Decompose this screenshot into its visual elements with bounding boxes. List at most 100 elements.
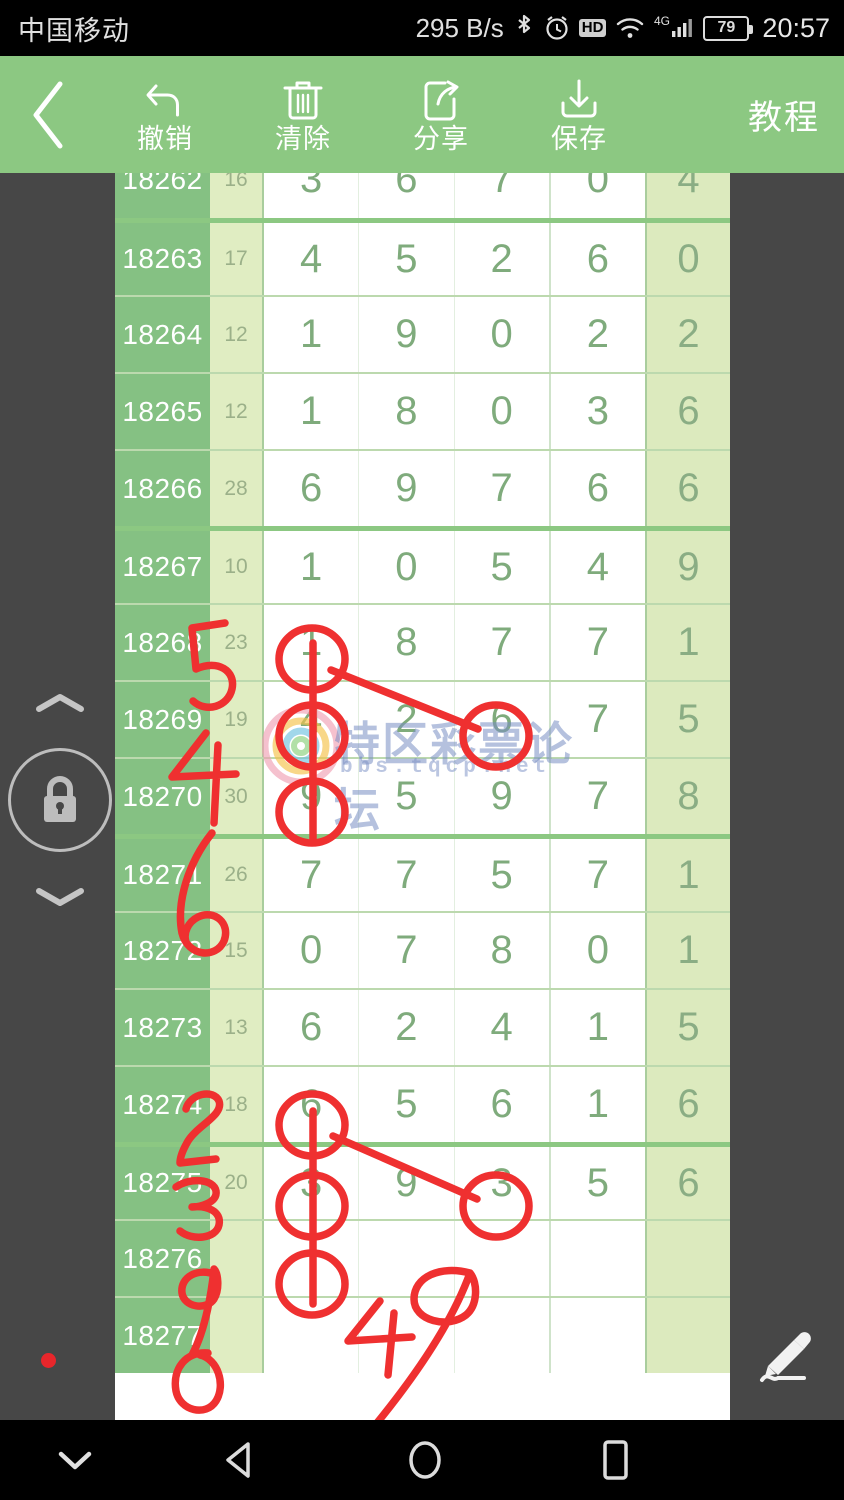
digit-cell[interactable]: 1 [264, 297, 358, 372]
tutorial-button[interactable]: 教程 [748, 90, 820, 139]
digit-cell[interactable] [548, 1298, 645, 1373]
digit-cell[interactable]: 5 [358, 759, 453, 834]
table-row[interactable]: 18271 26 7 7 5 7 1 [115, 834, 730, 911]
row-special-cell: 1 [645, 913, 730, 988]
digit-cell[interactable]: 0 [264, 913, 358, 988]
digit-cell[interactable]: 6 [548, 451, 645, 526]
scroll-up-button[interactable] [33, 690, 87, 716]
digit-cell[interactable]: 4 [453, 990, 549, 1065]
digit-cell[interactable]: 7 [264, 839, 358, 911]
back-button[interactable] [0, 56, 96, 173]
digit-cell[interactable]: 7 [548, 839, 645, 911]
lock-button[interactable] [8, 748, 112, 852]
digit-cell[interactable]: 8 [453, 913, 549, 988]
digit-cell[interactable]: 8 [358, 605, 453, 680]
digit-cell[interactable]: 8 [358, 374, 453, 449]
digit-cell[interactable]: 1 [548, 1067, 645, 1142]
digit-cell[interactable] [453, 1221, 549, 1296]
scroll-down-button[interactable] [33, 884, 87, 910]
digit-cell[interactable] [453, 1298, 549, 1373]
digit-cell[interactable]: 7 [548, 759, 645, 834]
digit-cell[interactable]: 7 [453, 173, 549, 218]
table-row[interactable]: 18265 12 1 8 0 3 6 [115, 372, 730, 449]
digit-cell[interactable]: 4 [548, 531, 645, 603]
digit-cell[interactable]: 7 [453, 451, 549, 526]
digit-cell[interactable]: 7 [548, 682, 645, 757]
digit-cell[interactable]: 0 [548, 913, 645, 988]
nav-home-button[interactable] [330, 1420, 520, 1500]
digit-cell[interactable]: 0 [453, 374, 549, 449]
digit-cell[interactable] [358, 1298, 453, 1373]
digit-cell[interactable]: 5 [358, 1067, 453, 1142]
digit-cell[interactable] [264, 1298, 358, 1373]
table-row[interactable]: 18269 19 4 2 6 7 5 [115, 680, 730, 757]
digit-cell[interactable]: 1 [264, 374, 358, 449]
digit-cell[interactable]: 2 [548, 297, 645, 372]
digit-cell[interactable]: 6 [358, 173, 453, 218]
digit-cell[interactable]: 5 [453, 531, 549, 603]
digit-cell[interactable] [358, 1221, 453, 1296]
digit-cell[interactable]: 5 [548, 1147, 645, 1219]
table-row[interactable]: 18275 20 3 9 3 5 6 [115, 1142, 730, 1219]
digit-cell[interactable]: 7 [358, 913, 453, 988]
lottery-history-table[interactable]: 18262 16 3 6 7 0 4 18263 17 4 5 2 6 0 18264 12 1 9 0 2 2 1826… [115, 173, 730, 1420]
table-row[interactable]: 18276 [115, 1219, 730, 1296]
digit-cell[interactable]: 7 [358, 839, 453, 911]
digit-cell[interactable]: 7 [548, 605, 645, 680]
table-row[interactable]: 18272 15 0 7 8 0 1 [115, 911, 730, 988]
digit-cell[interactable]: 6 [264, 451, 358, 526]
undo-button[interactable]: 撤销 [96, 56, 234, 173]
table-row[interactable]: 18267 10 1 0 5 4 9 [115, 526, 730, 603]
nav-back-button[interactable] [150, 1420, 330, 1500]
digit-cell[interactable]: 0 [548, 173, 645, 218]
table-row[interactable]: 18274 18 6 5 6 1 6 [115, 1065, 730, 1142]
hide-navbar-button[interactable] [0, 1420, 150, 1500]
table-row[interactable]: 18264 12 1 9 0 2 2 [115, 295, 730, 372]
digit-cell[interactable]: 6 [264, 990, 358, 1065]
table-row[interactable]: 18268 23 1 8 7 7 1 [115, 603, 730, 680]
digit-cell[interactable]: 9 [264, 759, 358, 834]
digit-cell[interactable]: 7 [453, 605, 549, 680]
digit-cell[interactable]: 0 [453, 297, 549, 372]
digit-cell[interactable]: 6 [453, 682, 549, 757]
digit-cell[interactable]: 1 [264, 605, 358, 680]
digit-cell[interactable]: 3 [548, 374, 645, 449]
nav-recents-button[interactable] [520, 1420, 710, 1500]
digit-cell[interactable]: 9 [453, 759, 549, 834]
digit-cell[interactable]: 5 [358, 223, 453, 295]
table-row[interactable]: 18277 [115, 1296, 730, 1373]
digit-cell[interactable]: 9 [358, 451, 453, 526]
digit-cell[interactable]: 6 [264, 1067, 358, 1142]
save-button[interactable]: 保存 [510, 56, 648, 173]
chevron-down-icon [58, 1451, 92, 1470]
digit-cell[interactable] [264, 1221, 358, 1296]
row-special-cell: 2 [645, 297, 730, 372]
pen-tool-button[interactable] [750, 1318, 820, 1388]
digit-cell[interactable]: 4 [264, 223, 358, 295]
digit-cell[interactable]: 2 [453, 223, 549, 295]
digit-cell[interactable] [548, 1221, 645, 1296]
digit-cell[interactable]: 3 [264, 173, 358, 218]
share-button[interactable]: 分享 [372, 56, 510, 173]
digit-cell[interactable]: 9 [358, 1147, 453, 1219]
clear-button[interactable]: 清除 [234, 56, 372, 173]
digit-cell[interactable]: 0 [358, 531, 453, 603]
digit-cell[interactable]: 5 [453, 839, 549, 911]
ink-color-swatch[interactable] [41, 1353, 56, 1368]
digit-cell[interactable]: 4 [264, 682, 358, 757]
table-row[interactable]: 18266 28 6 9 7 6 6 [115, 449, 730, 526]
digit-cell[interactable]: 2 [358, 682, 453, 757]
digit-cell[interactable]: 1 [264, 531, 358, 603]
digit-cell[interactable]: 1 [548, 990, 645, 1065]
digit-cell[interactable]: 9 [358, 297, 453, 372]
table-row[interactable]: 18270 30 9 5 9 7 8 [115, 757, 730, 834]
digit-cell[interactable]: 2 [358, 990, 453, 1065]
table-row[interactable]: 18263 17 4 5 2 6 0 [115, 218, 730, 295]
table-row[interactable]: 18273 13 6 2 4 1 5 [115, 988, 730, 1065]
digit-cell[interactable]: 3 [453, 1147, 549, 1219]
digit-cell[interactable]: 6 [453, 1067, 549, 1142]
digit-cell[interactable]: 3 [264, 1147, 358, 1219]
row-digits-group: 7757 [262, 839, 645, 911]
digit-cell[interactable]: 6 [548, 223, 645, 295]
table-row[interactable]: 18262 16 3 6 7 0 4 [115, 173, 730, 218]
